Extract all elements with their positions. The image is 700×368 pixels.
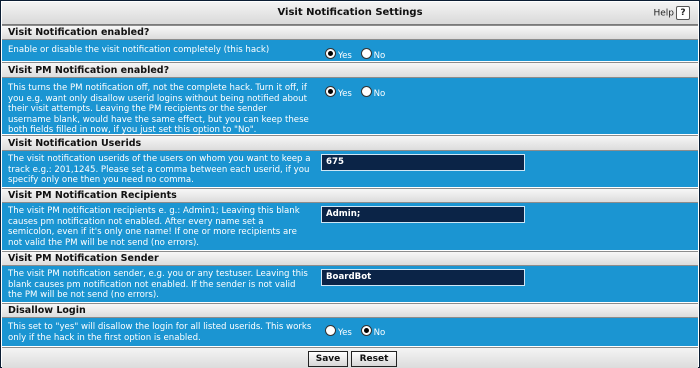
- save-button[interactable]: Save: [308, 351, 348, 367]
- radio-group-visit-pm-notification: Yes No: [325, 86, 391, 99]
- radio-yes-label: Yes: [338, 51, 352, 61]
- section-description: This turns the PM notification off, not …: [8, 83, 309, 136]
- radio-no-label: No: [373, 51, 386, 61]
- settings-panel: Visit Notification Settings Help? Visit …: [0, 0, 700, 368]
- title-bar: Visit Notification Settings Help?: [2, 2, 698, 25]
- section-body-disallow-login: This set to "yes" will disallow the logi…: [2, 318, 698, 346]
- section-heading-disallow-login: Disallow Login: [2, 303, 698, 318]
- section-body-visit-notification-userids: The visit notification userids of the us…: [2, 151, 698, 187]
- help-icon[interactable]: ?: [676, 6, 690, 20]
- reset-button[interactable]: Reset: [351, 351, 397, 367]
- section-description: Enable or disable the visit notification…: [8, 45, 270, 55]
- radio-yes[interactable]: [325, 48, 336, 59]
- help-label: Help: [653, 8, 674, 19]
- radio-yes-label: Yes: [338, 89, 352, 99]
- section-description: This set to "yes" will disallow the logi…: [8, 322, 312, 343]
- help-link[interactable]: Help?: [653, 6, 690, 21]
- section-description: The visit notification userids of the us…: [8, 154, 311, 186]
- radio-no[interactable]: [360, 325, 372, 336]
- radio-no-label: No: [373, 328, 386, 338]
- page-title: Visit Notification Settings: [277, 7, 423, 18]
- radio-yes-label: Yes: [338, 328, 352, 338]
- radio-group-disallow-login: Yes No: [325, 325, 391, 338]
- section-body-visit-pm-notification-recipients: The visit PM notification recipients e. …: [2, 203, 698, 250]
- section-description: The visit PM notification recipients e. …: [8, 206, 300, 248]
- section-description: The visit PM notification sender, e.g. y…: [8, 269, 308, 301]
- radio-no-label: No: [373, 89, 386, 99]
- section-body-visit-notification-enabled: Enable or disable the visit notification…: [2, 40, 698, 61]
- section-body-visit-pm-notification-enabled: This turns the PM notification off, not …: [2, 78, 698, 136]
- sender-input[interactable]: BoardBot: [321, 269, 525, 286]
- section-heading-visit-pm-notification-enabled: Visit PM Notification enabled?: [2, 62, 698, 78]
- section-heading-visit-pm-notification-sender: Visit PM Notification Sender: [2, 251, 698, 266]
- section-heading-visit-pm-notification-recipients: Visit PM Notification Recipients: [2, 188, 698, 203]
- radio-yes[interactable]: [325, 86, 336, 97]
- section-body-visit-pm-notification-sender: The visit PM notification sender, e.g. y…: [2, 266, 698, 302]
- radio-no[interactable]: [360, 86, 372, 97]
- radio-group-visit-notification: Yes No: [325, 48, 391, 61]
- userids-input[interactable]: 675: [321, 154, 525, 171]
- section-heading-visit-notification-enabled: Visit Notification enabled?: [2, 25, 698, 40]
- radio-no[interactable]: [360, 48, 372, 59]
- form-footer: Save Reset: [2, 347, 698, 368]
- section-heading-visit-notification-userids: Visit Notification Userids: [2, 135, 698, 151]
- radio-yes[interactable]: [325, 325, 336, 336]
- recipients-input[interactable]: Admin;: [321, 206, 525, 223]
